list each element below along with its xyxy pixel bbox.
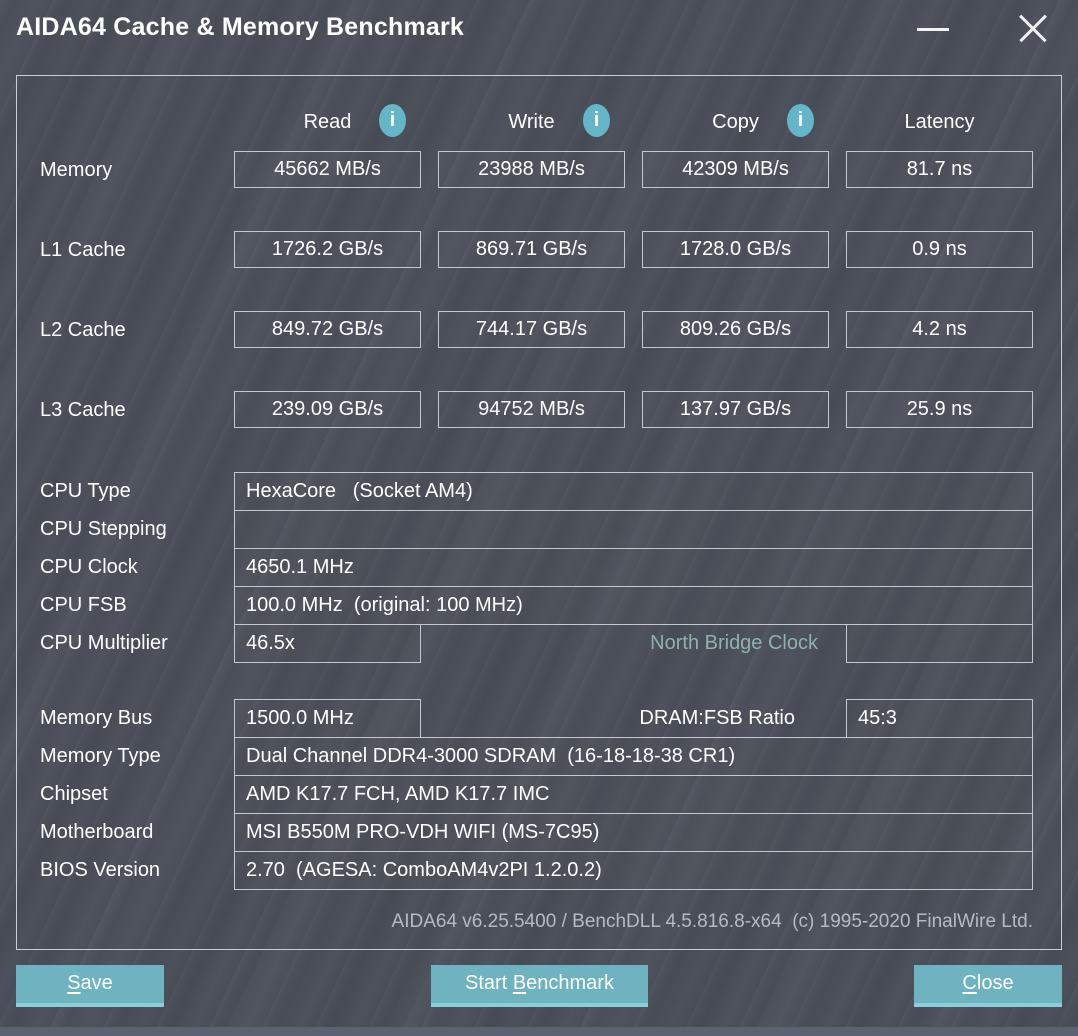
cpu-multiplier-value: 46.5x: [234, 624, 421, 663]
memory-bus-value: 1500.0 MHz: [234, 699, 421, 738]
memory-latency-value: 81.7 ns: [846, 151, 1033, 188]
row-label-motherboard: Motherboard: [40, 813, 153, 851]
cpu-clock-value: 4650.1 MHz: [234, 548, 1033, 587]
l1-read-value: 1726.2 GB/s: [234, 231, 421, 268]
l3-latency-value: 25.9 ns: [846, 391, 1033, 428]
column-header-latency: Latency: [846, 106, 1033, 138]
north-bridge-clock-value: [846, 624, 1033, 663]
close-button-label: Close: [962, 972, 1013, 994]
close-icon[interactable]: [1008, 6, 1056, 50]
memory-type-value: Dual Channel DDR4-3000 SDRAM (16-18-18-3…: [234, 737, 1033, 776]
info-icon[interactable]: i: [379, 104, 406, 137]
l2-latency-value: 4.2 ns: [846, 311, 1033, 348]
dram-fsb-ratio-label: DRAM:FSB Ratio: [438, 699, 795, 738]
row-label-bios-version: BIOS Version: [40, 851, 160, 889]
minimize-icon[interactable]: [908, 6, 956, 50]
row-label-memory: Memory: [40, 151, 112, 189]
l2-read-value: 849.72 GB/s: [234, 311, 421, 348]
aida64-window: AIDA64 Cache & Memory Benchmark Read Wri…: [0, 0, 1078, 1036]
row-label-cpu-multiplier: CPU Multiplier: [40, 624, 168, 662]
start-benchmark-button[interactable]: Start Benchmark: [431, 965, 648, 1007]
l3-copy-value: 137.97 GB/s: [642, 391, 829, 428]
close-button[interactable]: Close: [914, 965, 1062, 1007]
l1-latency-value: 0.9 ns: [846, 231, 1033, 268]
l3-read-value: 239.09 GB/s: [234, 391, 421, 428]
memory-write-value: 23988 MB/s: [438, 151, 625, 188]
cpu-fsb-value: 100.0 MHz (original: 100 MHz): [234, 586, 1033, 625]
north-bridge-clock-label: North Bridge Clock: [438, 624, 818, 663]
row-label-chipset: Chipset: [40, 775, 108, 813]
row-label-cpu-fsb: CPU FSB: [40, 586, 127, 624]
row-label-memory-bus: Memory Bus: [40, 699, 152, 737]
row-label-l3-cache: L3 Cache: [40, 391, 126, 429]
motherboard-value: MSI B550M PRO-VDH WIFI (MS-7C95): [234, 813, 1033, 852]
l1-write-value: 869.71 GB/s: [438, 231, 625, 268]
l3-write-value: 94752 MB/s: [438, 391, 625, 428]
save-button[interactable]: Save: [16, 965, 164, 1007]
memory-copy-value: 42309 MB/s: [642, 151, 829, 188]
row-label-memory-type: Memory Type: [40, 737, 161, 775]
l2-copy-value: 809.26 GB/s: [642, 311, 829, 348]
info-icon[interactable]: i: [787, 104, 814, 137]
cpu-stepping-value: [234, 510, 1033, 549]
l2-write-value: 744.17 GB/s: [438, 311, 625, 348]
row-label-cpu-stepping: CPU Stepping: [40, 510, 167, 548]
l1-copy-value: 1728.0 GB/s: [642, 231, 829, 268]
row-label-cpu-clock: CPU Clock: [40, 548, 138, 586]
chipset-value: AMD K17.7 FCH, AMD K17.7 IMC: [234, 775, 1033, 814]
row-label-l1-cache: L1 Cache: [40, 231, 126, 269]
row-label-l2-cache: L2 Cache: [40, 311, 126, 349]
save-button-label: Save: [67, 972, 113, 994]
row-label-cpu-type: CPU Type: [40, 472, 131, 510]
memory-read-value: 45662 MB/s: [234, 151, 421, 188]
version-text: AIDA64 v6.25.5400 / BenchDLL 4.5.816.8-x…: [234, 903, 1033, 941]
cpu-type-value: HexaCore (Socket AM4): [234, 472, 1033, 511]
window-bottom-edge: [0, 1027, 1078, 1036]
window-title: AIDA64 Cache & Memory Benchmark: [16, 13, 464, 42]
info-icon[interactable]: i: [583, 104, 610, 137]
bios-version-value: 2.70 (AGESA: ComboAM4v2PI 1.2.0.2): [234, 851, 1033, 890]
dram-fsb-ratio-value: 45:3: [846, 699, 1033, 738]
start-benchmark-button-label: Start Benchmark: [465, 972, 614, 994]
